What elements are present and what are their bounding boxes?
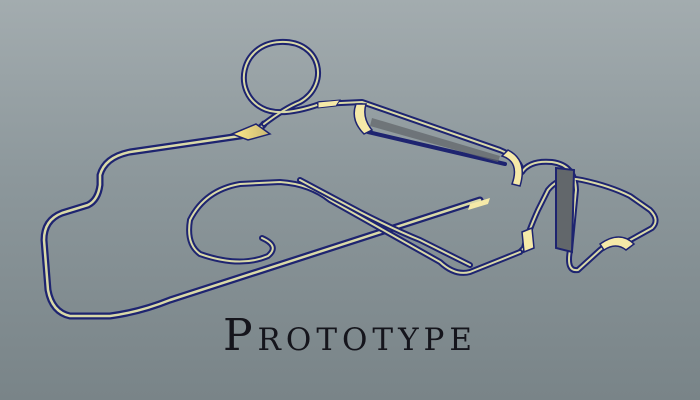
- banked-curve-loop-exit: [317, 99, 341, 109]
- track-infield-section: [186, 179, 523, 276]
- track-corkscrew: [517, 158, 659, 274]
- banked-curve-right: [500, 149, 523, 187]
- banked-curve-upper: [353, 103, 374, 135]
- twist-corkscrew: [555, 166, 576, 254]
- track-title: Prototype: [222, 310, 478, 361]
- banked-corner-low: [521, 226, 535, 254]
